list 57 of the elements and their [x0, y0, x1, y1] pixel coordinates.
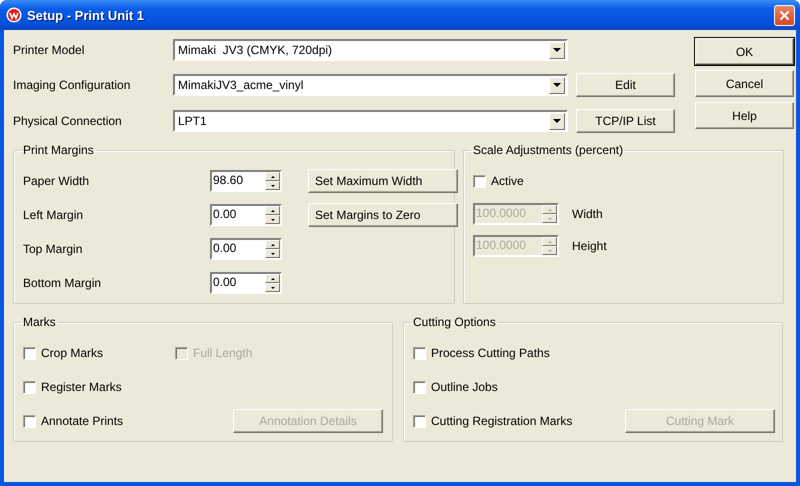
checkbox-label: Active [491, 174, 524, 188]
spin-up-button[interactable] [265, 240, 280, 249]
window-title: Setup - Print Unit 1 [27, 8, 145, 22]
field-label: Bottom Margin [23, 276, 102, 290]
spin-up-button[interactable] [265, 274, 280, 283]
checkbox-label: Outline Jobs [431, 380, 498, 394]
checkbox[interactable] [23, 346, 36, 360]
field-label: Imaging Configuration [13, 78, 130, 92]
action-button[interactable]: Set Margins to Zero [308, 203, 458, 227]
number-spinner[interactable]: 0.00 [210, 238, 282, 260]
dropdown-arrow-button[interactable] [549, 112, 565, 130]
spin-down-button[interactable] [265, 181, 280, 190]
spin-up-button[interactable] [265, 172, 280, 181]
dropdown-arrow-button[interactable] [549, 76, 565, 94]
checkbox-label: Annotate Prints [41, 414, 124, 428]
field-label: Physical Connection [13, 114, 122, 128]
group-title: Print Margins [22, 143, 95, 157]
checkbox[interactable] [473, 174, 486, 188]
field-label: Height [572, 239, 608, 253]
checkbox[interactable] [23, 380, 36, 394]
field-label: Left Margin [23, 208, 84, 222]
close-button[interactable] [774, 4, 795, 26]
spin-down-button[interactable] [265, 283, 280, 292]
field-label: Top Margin [23, 242, 84, 256]
group-title: Marks [22, 315, 57, 329]
action-button[interactable]: TCP/IP List [576, 109, 675, 133]
action-button[interactable]: Edit [576, 73, 675, 97]
checkbox-label: Crop Marks [41, 346, 104, 360]
spin-down-button[interactable] [265, 249, 280, 258]
field-label: Width [572, 207, 604, 221]
dialog-button[interactable]: Help [695, 102, 794, 129]
close-icon [779, 10, 790, 20]
dropdown[interactable]: MimakiJV3_acme_vinyl [173, 74, 568, 96]
checkbox[interactable] [413, 414, 426, 428]
number-spinner[interactable]: 98.60 [210, 170, 282, 192]
action-button[interactable]: Set Maximum Width [308, 169, 458, 193]
checkbox-label: Cutting Registration Marks [431, 414, 572, 428]
app-logo-icon [6, 7, 22, 23]
dropdown[interactable]: Mimaki JV3 (CMYK, 720dpi) [173, 39, 568, 61]
field-label: Paper Width [23, 174, 90, 188]
dropdown-arrow-button[interactable] [549, 42, 565, 58]
number-spinner[interactable]: 0.00 [210, 204, 282, 226]
checkbox-label: Full Length [193, 346, 252, 360]
field-label: Printer Model [13, 43, 84, 57]
checkbox-label: Process Cutting Paths [431, 346, 550, 360]
group-title: Cutting Options [412, 315, 497, 329]
spin-down-button[interactable] [265, 215, 280, 224]
checkbox-label: Register Marks [41, 380, 122, 394]
spin-up-button[interactable] [265, 206, 280, 215]
dialog-button[interactable]: Cancel [695, 70, 794, 97]
group-title: Scale Adjustments (percent) [472, 143, 624, 157]
checkbox[interactable] [413, 380, 426, 394]
dropdown[interactable]: LPT1 [173, 110, 568, 132]
checkbox[interactable] [413, 346, 426, 360]
dialog-button[interactable]: OK [695, 38, 794, 65]
checkbox[interactable] [23, 414, 36, 428]
number-spinner[interactable]: 0.00 [210, 272, 282, 294]
